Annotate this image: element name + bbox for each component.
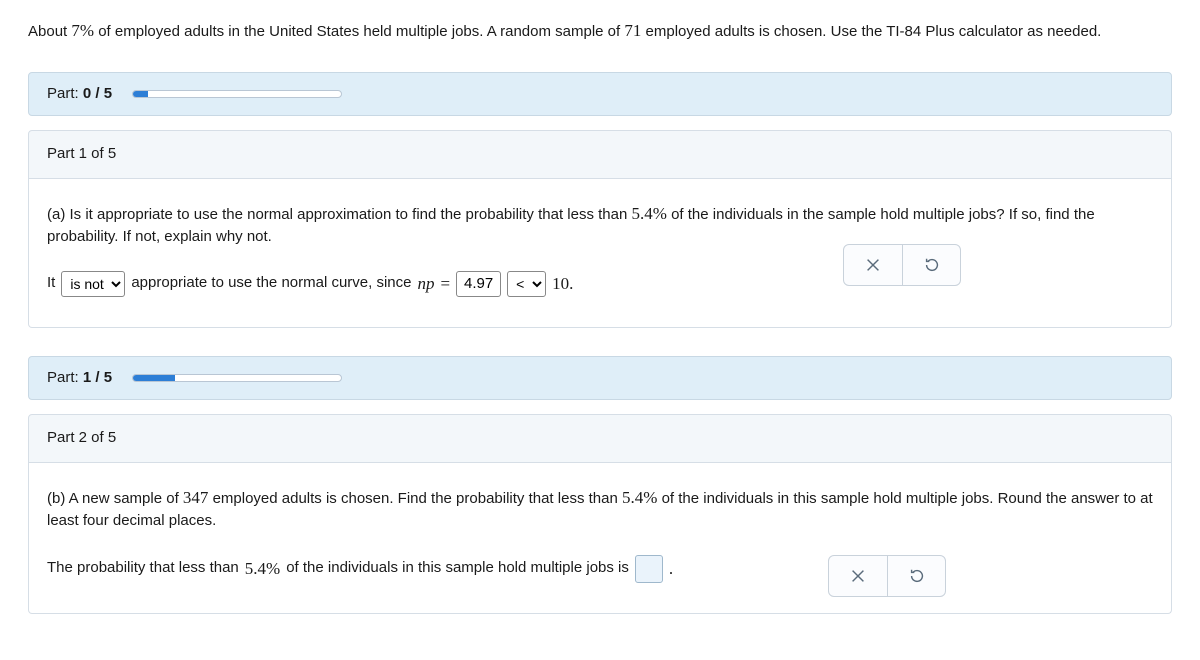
input-probability[interactable] [635,555,663,583]
reset-button[interactable] [902,245,960,285]
ans2-suffix: of the individuals in this sample hold m… [286,557,629,580]
input-np[interactable] [456,271,501,297]
button-group-1 [843,244,961,286]
dropdown-isisnot[interactable]: is not [61,271,125,297]
part1-heading: Part 1 of 5 [28,130,1172,179]
reset-button[interactable] [887,556,945,596]
progress-bar-0 [132,90,342,98]
undo-icon [923,256,941,274]
undo-icon [908,567,926,585]
progress-label-0: Part: 0 / 5 [47,83,112,106]
button-group-2 [828,555,946,597]
progress-label-1: Part: 1 / 5 [47,367,112,390]
period: . [669,556,673,582]
ans2-prefix: The probability that less than [47,557,239,580]
progress-fill-0 [133,91,148,97]
part1-answer-line: It is not appropriate to use the normal … [47,271,1153,297]
close-icon [849,567,867,585]
intro-percent: 7% [71,21,94,40]
var-np: np [418,271,435,297]
problem-intro: About 7% of employed adults in the Unite… [28,18,1172,44]
dropdown-compare[interactable]: < [507,271,546,297]
part2-answer-line: The probability that less than 5.4% of t… [47,555,1153,583]
intro-suffix: employed adults is chosen. Use the TI-84… [641,23,1101,40]
eq-sign: = [441,271,451,297]
clear-button[interactable] [844,245,902,285]
part2-heading: Part 2 of 5 [28,414,1172,463]
clear-button[interactable] [829,556,887,596]
intro-mid: of employed adults in the United States … [94,23,624,40]
part2-body: (b) A new sample of 347 employed adults … [28,463,1172,614]
ans2-pct: 5.4% [245,556,280,582]
intro-prefix: About [28,23,71,40]
intro-n: 71 [624,21,641,40]
progress-badge-1: Part: 1 / 5 [28,356,1172,401]
part2-question: (b) A new sample of 347 employed adults … [47,485,1153,533]
close-icon [864,256,882,274]
progress-bar-1 [132,374,342,382]
text-ten: 10. [552,271,573,297]
progress-badge-0: Part: 0 / 5 [28,72,1172,117]
part1-question: (a) Is it appropriate to use the normal … [47,201,1153,249]
text-it: It [47,272,55,295]
text-appropriate: appropriate to use the normal curve, sin… [131,272,411,295]
part1-body: (a) Is it appropriate to use the normal … [28,179,1172,328]
progress-fill-1 [133,375,175,381]
